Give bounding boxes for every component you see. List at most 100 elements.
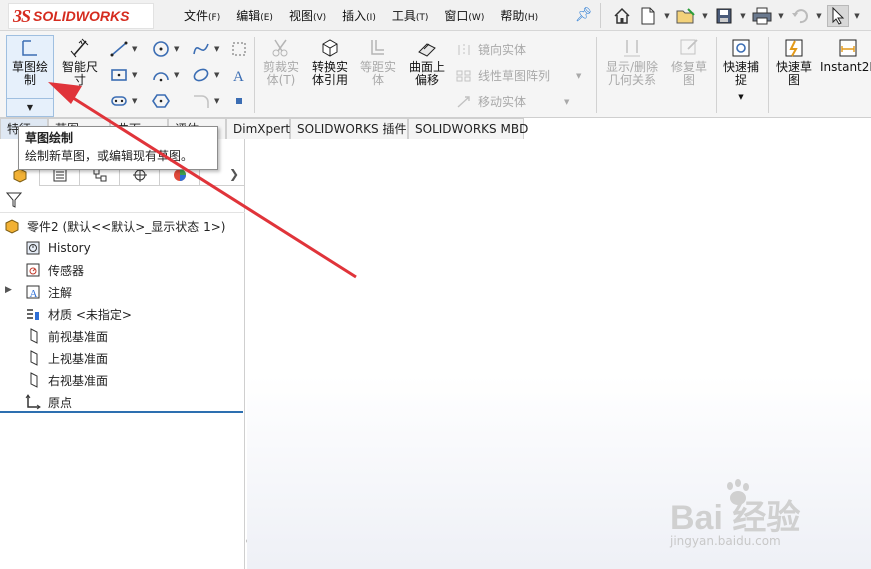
sketch-button[interactable]: 草图绘 制 ▼	[6, 35, 54, 117]
tree-item-material[interactable]: 材质 <未指定>	[24, 303, 132, 325]
chevron-down-icon[interactable]: ▼	[174, 71, 179, 79]
watermark-title: Bai 经验	[670, 499, 801, 537]
convert-entities-button[interactable]: 转换实 体引用	[306, 37, 354, 87]
tree-item-right-plane[interactable]: 右视基准面	[24, 369, 108, 391]
chevron-down-icon[interactable]: ▼	[853, 12, 861, 20]
offset-entities-button[interactable]: 等距实 体	[356, 37, 400, 87]
repair-sketch-icon	[680, 39, 698, 55]
tree-root-part[interactable]: 零件2 (默认<<默认>_显示状态 1>)	[3, 215, 225, 237]
svg-text:A: A	[233, 69, 244, 83]
chevron-down-icon[interactable]: ▼	[701, 12, 709, 20]
text-icon[interactable]: A	[228, 65, 250, 85]
tree-item-origin[interactable]: 原点	[24, 391, 72, 413]
baidu-jingyan-watermark: Bai 经验 jingyan.baidu.com	[670, 478, 870, 568]
history-icon	[24, 239, 42, 257]
undo-icon[interactable]	[789, 5, 811, 27]
new-document-icon[interactable]	[637, 5, 659, 27]
offset-on-surface-button[interactable]: 曲面上 偏移	[404, 37, 450, 87]
print-icon[interactable]	[751, 5, 773, 27]
tooltip-title: 草图绘制	[25, 131, 74, 145]
repair-sketch-button[interactable]: 修复草 图	[666, 37, 712, 87]
filter-icon[interactable]	[5, 191, 23, 209]
solidworks-logo[interactable]: 3S SOLIDWORKS	[8, 3, 154, 29]
menu-window[interactable]: 窗口(W)	[436, 7, 492, 24]
point-icon[interactable]	[228, 91, 250, 111]
tree-label: 材质 <未指定>	[48, 307, 132, 322]
plane-icon	[24, 371, 42, 389]
line-icon[interactable]	[108, 39, 130, 59]
tab-dimxpert[interactable]: DimXpert	[226, 118, 290, 139]
menu-view[interactable]: 视图(V)	[281, 7, 334, 24]
save-icon[interactable]	[713, 5, 735, 27]
menu-edit[interactable]: 编辑(E)	[228, 7, 281, 24]
tree-item-history[interactable]: History	[24, 237, 91, 259]
chevron-down-icon[interactable]: ▼	[718, 91, 764, 104]
expand-arrow-icon[interactable]: ▶	[5, 285, 12, 295]
quick-snaps-button[interactable]: 快速捕 捉 ▼	[718, 37, 764, 104]
tree-label: 传感器	[48, 263, 85, 278]
trim-icon	[272, 39, 288, 57]
menu-tools[interactable]: 工具(T)	[384, 7, 437, 24]
arc-icon[interactable]	[150, 65, 172, 85]
chevron-down-icon[interactable]: ▼	[214, 97, 219, 105]
chevron-down-icon[interactable]: ▼	[777, 12, 785, 20]
open-icon[interactable]	[675, 5, 697, 27]
chevron-down-icon[interactable]: ▼	[132, 97, 137, 105]
sketch-command[interactable]: 草图绘 制	[7, 39, 53, 87]
polygon-icon[interactable]	[150, 91, 172, 111]
circle-icon[interactable]	[150, 39, 172, 59]
rollback-bar[interactable]	[0, 411, 243, 413]
tab-solidworks-addins[interactable]: SOLIDWORKS 插件	[290, 118, 408, 139]
repair-sketch-label: 修复草 图	[670, 60, 707, 87]
pin-icon[interactable]: 📌︎	[575, 7, 593, 23]
watermark-url: jingyan.baidu.com	[670, 534, 781, 548]
toolbar-separator	[254, 37, 255, 113]
rapid-sketch-button[interactable]: 快速草 图	[770, 37, 818, 87]
smart-dimension-icon	[70, 38, 89, 58]
linear-pattern-button[interactable]: 线性草图阵列 ▼	[456, 67, 581, 84]
menu-insert[interactable]: 插入(I)	[334, 7, 384, 24]
chevron-down-icon[interactable]: ▼	[663, 12, 671, 20]
tree-label: 原点	[48, 395, 73, 410]
tree-item-front-plane[interactable]: 前视基准面	[24, 325, 108, 347]
tree-label: 右视基准面	[48, 373, 109, 388]
offset-entities-label: 等距实 体	[359, 60, 396, 87]
menu-help[interactable]: 帮助(H)	[492, 7, 546, 24]
chevron-down-icon[interactable]: ▼	[739, 12, 747, 20]
chevron-down-icon[interactable]: ▼	[576, 72, 581, 80]
chevron-down-icon[interactable]: ▼	[132, 45, 137, 53]
instant2d-label: Instant2D	[820, 60, 871, 74]
tree-item-sensors[interactable]: 传感器	[24, 259, 84, 281]
chevron-down-icon[interactable]: ▼	[214, 45, 219, 53]
tab-solidworks-mbd[interactable]: SOLIDWORKS MBD	[408, 118, 528, 139]
trim-button[interactable]: 剪裁实 体(T)	[258, 37, 304, 87]
trim-label: 剪裁实 体(T)	[262, 60, 299, 87]
sketch-box-icon[interactable]	[228, 39, 250, 59]
sketch-dropdown[interactable]: ▼	[7, 98, 53, 116]
chevron-right-icon[interactable]: ❯	[229, 167, 239, 181]
fillet-icon[interactable]	[190, 91, 212, 111]
rectangle-icon[interactable]	[108, 65, 130, 85]
smart-dimension-button[interactable]: 智能尺 寸	[58, 37, 102, 87]
convert-entities-icon	[322, 39, 338, 57]
menu-file[interactable]: 文件(F)	[176, 7, 228, 24]
slot-icon[interactable]	[108, 91, 130, 111]
spline-icon[interactable]	[190, 39, 212, 59]
select-cursor-icon[interactable]	[827, 4, 849, 27]
display-relations-button[interactable]: 显示/删除 几何关系	[600, 37, 664, 87]
chevron-down-icon[interactable]: ▼	[815, 12, 823, 20]
instant2d-button[interactable]: Instant2D	[820, 37, 871, 74]
home-icon[interactable]	[611, 5, 633, 27]
chevron-down-icon[interactable]: ▼	[132, 71, 137, 79]
mirror-entities-button[interactable]: 镜向实体	[456, 41, 526, 58]
tree-item-annotations[interactable]: A 注解	[24, 281, 72, 303]
chevron-down-icon[interactable]: ▼	[564, 98, 569, 106]
chevron-down-icon[interactable]: ▼	[214, 71, 219, 79]
ellipse-icon[interactable]	[190, 65, 212, 85]
tree-item-top-plane[interactable]: 上视基准面	[24, 347, 108, 369]
filter-bar	[0, 187, 245, 213]
sketch-icon	[22, 40, 37, 56]
move-entities-button[interactable]: 移动实体 ▼	[456, 93, 569, 110]
part-name: 零件2 (默认<<默认>_显示状态 1>)	[27, 219, 226, 234]
chevron-down-icon[interactable]: ▼	[174, 45, 179, 53]
